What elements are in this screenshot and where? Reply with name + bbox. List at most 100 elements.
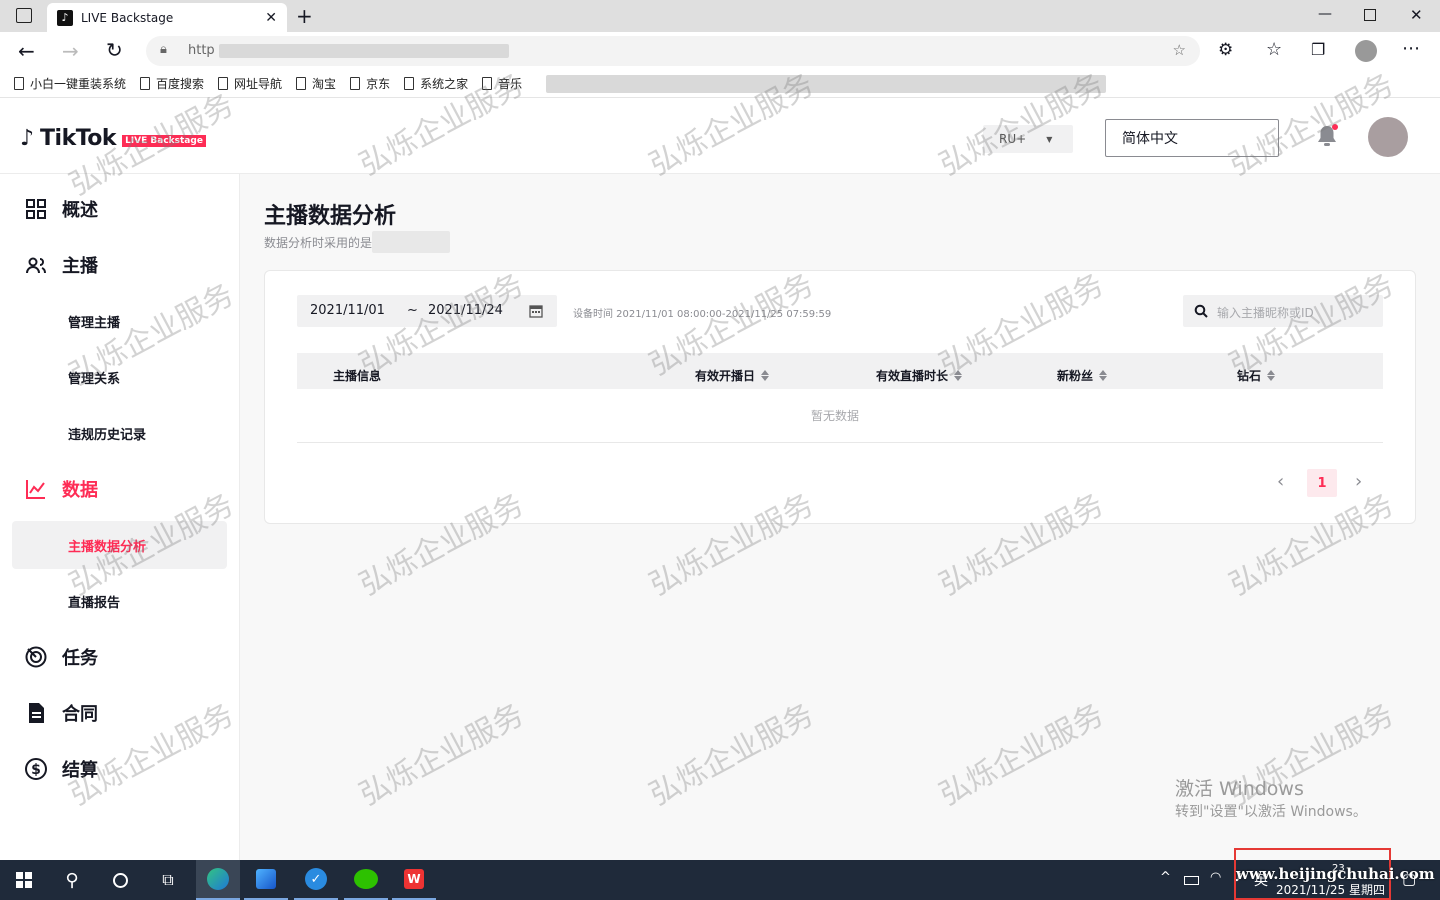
bookmark-item[interactable]: 京东 [350,75,390,92]
avatar[interactable] [1368,117,1408,157]
table-header: 主播信息 有效开播日 有效直播时长 新粉丝 钻石 [297,353,1383,389]
forward-icon[interactable]: → [62,39,79,63]
document-icon [29,703,44,723]
page-icon [218,77,229,90]
bookmark-item[interactable]: 系统之家 [404,75,468,92]
cortana-icon[interactable] [98,860,142,900]
bookmark-item[interactable]: 淘宝 [296,75,336,92]
prev-page-icon[interactable]: ‹ [1277,471,1284,492]
column-host-info: 主播信息 [333,369,382,383]
table-body: 暂无数据 [297,389,1383,443]
sidebar-item-label: 主播数据分析 [68,540,147,555]
page-icon [482,77,493,90]
url-blur [218,43,509,58]
bell-icon[interactable] [1316,124,1338,152]
date-start: 2021/11/01 [310,303,385,318]
sidebar-item-host-data-analysis[interactable]: 主播数据分析 [12,521,227,569]
notification-icon[interactable]: ▢ [1402,870,1416,888]
brand-logo[interactable]: ♪ TikTok LIVE Backstage [20,126,206,151]
activate-windows-title: 激活 Windows [1175,778,1304,800]
sidebar-item-manage-relation[interactable]: 管理关系 [68,368,120,387]
favorites-icon[interactable]: ☆ [1266,39,1282,60]
page-icon [14,77,24,90]
date-end: 2021/11/24 [428,303,503,318]
close-window-icon[interactable]: ✕ [1410,6,1423,24]
battery-icon [1184,876,1199,885]
network-icon[interactable]: ◠ [1210,870,1221,885]
url-input[interactable]: 🔒︎ http ☆ [146,36,1200,66]
region-select[interactable]: RU+ ▼ [983,125,1073,153]
search-icon[interactable]: ⚲ [50,860,94,900]
lock-icon: 🔒︎ [160,42,167,57]
profile-icon[interactable] [1355,40,1377,62]
sidebar-item-data[interactable]: 数据 [24,476,98,502]
extensions-icon[interactable]: ⚙ [1218,40,1233,60]
sort-icon [954,370,963,381]
tab-title: LIVE Backstage [81,10,174,25]
windows-start-icon[interactable] [2,860,46,900]
page-number[interactable]: 1 [1307,469,1337,497]
sort-icon [1099,370,1108,381]
column-valid-duration[interactable]: 有效直播时长 [876,367,963,384]
svg-text:$: $ [31,762,41,778]
dollar-icon: $ [25,758,47,780]
column-diamonds[interactable]: 钻石 [1237,367,1276,384]
date-range-picker[interactable]: 2021/11/01 ~ 2021/11/24 [297,295,557,327]
task-view-icon[interactable]: ⧉ [146,860,190,900]
sidebar-item-overview[interactable]: 概述 [24,196,98,222]
collections-icon[interactable]: ❐ [1311,40,1325,59]
refresh-icon[interactable]: ↻ [106,38,123,62]
favorite-add-icon[interactable]: ☆ [1173,41,1186,59]
browser-tab[interactable]: ♪ LIVE Backstage ✕ [47,3,287,32]
tab-actions-icon[interactable] [16,8,32,23]
grid-icon [26,199,46,219]
users-icon [26,257,46,274]
wechat-icon[interactable] [344,860,388,900]
sidebar-item-settlement[interactable]: $ 结算 [24,756,98,782]
bookmark-item[interactable]: 网址导航 [218,75,282,92]
page-subtitle: 数据分析时采用的是 [264,231,451,253]
restore-icon[interactable] [1364,9,1376,21]
search-icon [1194,304,1208,318]
brand-badge: LIVE Backstage [122,134,206,147]
sidebar: 概述 主播 管理主播 管理关系 违规历史记录 数据 主播数据分析 直播报告 任务… [0,174,240,860]
sidebar-item-live-report[interactable]: 直播报告 [68,592,120,611]
language-select[interactable]: 简体中文 [1105,119,1279,157]
windows-taskbar: ⚲ ⧉ ✓ W ^ ◠ ♪ 英 23 2021/11/25 星期四 www.he… [0,848,1440,900]
app-icon[interactable] [244,860,288,900]
clock-date[interactable]: 2021/11/25 星期四 [1276,881,1385,898]
sidebar-item-violation-history[interactable]: 违规历史记录 [68,424,146,443]
minimize-icon[interactable]: — [1318,6,1332,22]
bookmark-item[interactable]: 百度搜索 [140,75,204,92]
column-new-fans[interactable]: 新粉丝 [1057,367,1108,384]
close-tab-icon[interactable]: ✕ [265,10,277,26]
sidebar-item-task[interactable]: 任务 [24,644,98,670]
edge-icon[interactable] [196,860,240,900]
page-icon [350,77,361,90]
bookmarks-bar: 小白一键重装系统 百度搜索 网址导航 淘宝 京东 系统之家 音乐 [0,70,1440,98]
more-icon[interactable]: ⋯ [1402,38,1420,59]
address-bar-row: ← → ↻ 🔒︎ http ☆ ⚙ ☆ ❐ ⋯ [0,32,1440,70]
page-icon [140,77,151,90]
wps-icon[interactable]: W [392,860,436,900]
bookmark-item[interactable]: 小白一键重装系统 [14,75,126,92]
page-title: 主播数据分析 [264,204,397,229]
vk-icon[interactable]: ✓ [294,860,338,900]
sidebar-item-contract[interactable]: 合同 [24,700,98,726]
date-separator: ~ [407,303,418,318]
sidebar-item-host[interactable]: 主播 [24,252,98,278]
page-icon [404,77,415,90]
host-search-input[interactable]: 输入主播昵称或ID [1183,295,1383,327]
new-tab-icon[interactable]: + [296,4,313,28]
sidebar-item-manage-host[interactable]: 管理主播 [68,312,120,331]
subtitle-blur [372,231,451,253]
column-valid-days[interactable]: 有效开播日 [695,367,770,384]
bookmark-item[interactable]: 音乐 [482,75,522,92]
empty-text: 暂无数据 [811,409,860,423]
caret-down-icon: ▼ [1046,134,1053,144]
line-chart-icon [26,480,45,499]
sort-icon [761,370,770,381]
back-icon[interactable]: ← [18,39,35,63]
tray-chevron-icon[interactable]: ^ [1160,870,1171,885]
next-page-icon[interactable]: › [1355,471,1362,492]
